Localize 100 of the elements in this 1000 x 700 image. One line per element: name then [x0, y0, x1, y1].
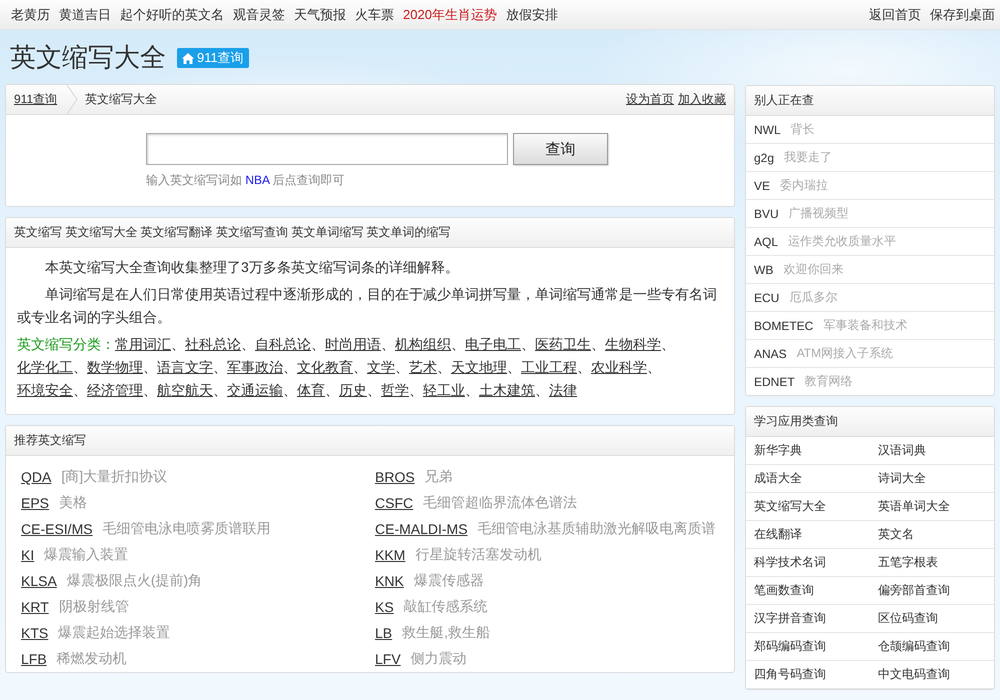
meaning-text: 行星旋转活塞发动机: [415, 546, 542, 564]
category-link[interactable]: 语言文字: [157, 359, 213, 375]
category-link[interactable]: 时尚用语: [325, 336, 381, 352]
meaning-text: [商]大量折扣协议: [61, 468, 168, 486]
category-link[interactable]: 历史: [339, 382, 367, 398]
category-link[interactable]: 医药卫生: [535, 336, 591, 352]
nav-link[interactable]: 放假安排: [506, 6, 558, 24]
category-link[interactable]: 机构组织: [395, 336, 451, 352]
category-link[interactable]: 哲学: [381, 382, 409, 398]
nav-link[interactable]: 保存到桌面: [930, 6, 995, 24]
nav-link[interactable]: 火车票: [355, 6, 394, 24]
meaning-text: 爆震输入装置: [44, 546, 128, 564]
category-link[interactable]: 交通运输: [227, 382, 283, 398]
tool-link[interactable]: 科学技术名词: [754, 554, 826, 571]
example-link[interactable]: NBA: [245, 173, 270, 187]
tool-link[interactable]: 五笔字根表: [878, 554, 938, 571]
tool-link[interactable]: 成语大全: [754, 470, 802, 487]
category-link[interactable]: 环境安全: [17, 382, 73, 398]
abbreviation-link[interactable]: EDNET: [754, 374, 795, 388]
abbreviation-link[interactable]: CE-MALDI-MS: [375, 521, 468, 537]
tool-link[interactable]: 四角号码查询: [754, 666, 826, 683]
tool-link[interactable]: 郑码编码查询: [754, 638, 826, 655]
abbreviation-link[interactable]: g2g: [754, 150, 774, 164]
abbreviation-link[interactable]: EPS: [21, 495, 50, 511]
category-link[interactable]: 天文地理: [451, 359, 507, 375]
tool-link[interactable]: 区位码查询: [878, 610, 938, 627]
abbreviation-link[interactable]: KNK: [375, 573, 404, 589]
category-link[interactable]: 电子电工: [465, 336, 521, 352]
search-hint: 输入英文缩写词如 NBA 后点查询即可: [146, 172, 346, 188]
nav-link[interactable]: 老黄历: [11, 6, 50, 24]
category-link[interactable]: 化学化工: [17, 359, 73, 375]
abbreviation-link[interactable]: KLSA: [21, 573, 57, 589]
tool-link[interactable]: 笔画数查询: [754, 582, 814, 599]
abbreviation-link[interactable]: CSFC: [375, 495, 414, 511]
tool-link[interactable]: 偏旁部首查询: [878, 582, 950, 599]
category-link[interactable]: 自科总论: [255, 336, 311, 352]
meaning-text: 军事装备和技术: [823, 317, 908, 334]
tool-link[interactable]: 中文电码查询: [878, 666, 950, 683]
abbreviation-link[interactable]: BOMETEC: [754, 318, 814, 332]
abbreviation-link[interactable]: ANAS: [754, 346, 787, 360]
breadcrumb-current: 英文缩写大全: [85, 91, 158, 108]
category-link[interactable]: 工业工程: [521, 359, 577, 375]
abbreviation-link[interactable]: QDA: [21, 469, 52, 485]
tool-link[interactable]: 在线翻译: [754, 526, 802, 543]
category-link[interactable]: 体育: [297, 382, 325, 398]
abbreviation-link[interactable]: LB: [375, 625, 392, 641]
nav-link[interactable]: 观音灵签: [233, 6, 285, 24]
abbreviation-link[interactable]: NWL: [754, 122, 781, 136]
action-link[interactable]: 设为首页: [626, 91, 674, 108]
search-button[interactable]: 查询: [513, 133, 608, 165]
category-link[interactable]: 常用词汇: [115, 336, 171, 352]
category-link[interactable]: 数学物理: [87, 359, 143, 375]
category-link[interactable]: 艺术: [409, 359, 437, 375]
meaning-text: 教育网络: [804, 373, 853, 390]
meaning-text: 委内瑞拉: [780, 177, 828, 194]
tool-link[interactable]: 诗词大全: [878, 470, 926, 487]
nav-link[interactable]: 起个好听的英文名: [120, 6, 224, 24]
abbreviation-link[interactable]: BROS: [375, 469, 415, 485]
category-link[interactable]: 法律: [549, 382, 577, 398]
tool-link[interactable]: 英文名: [878, 526, 914, 543]
abbreviation-link[interactable]: KI: [21, 547, 34, 563]
category-link[interactable]: 生物科学: [605, 336, 661, 352]
panel-title: 学习应用类查询: [754, 413, 838, 430]
tool-link[interactable]: 仓颉编码查询: [878, 638, 950, 655]
tool-link[interactable]: 英文缩写大全: [754, 498, 826, 515]
tool-link[interactable]: 汉语词典: [878, 442, 926, 459]
search-input[interactable]: [146, 133, 508, 165]
tool-link[interactable]: 汉字拼音查询: [754, 610, 826, 627]
abbreviation-link[interactable]: AQL: [754, 234, 778, 248]
category-link[interactable]: 农业科学: [591, 359, 647, 375]
action-link[interactable]: 加入收藏: [678, 91, 726, 108]
nav-link[interactable]: 2020年生肖运势: [403, 6, 497, 24]
abbreviation-link[interactable]: VE: [754, 178, 770, 192]
category-link[interactable]: 轻工业: [423, 382, 465, 398]
abbreviation-link[interactable]: WB: [754, 262, 774, 276]
abbreviation-link[interactable]: ECU: [754, 290, 780, 304]
meaning-text: ATM网接入子系统: [796, 345, 894, 362]
nav-link[interactable]: 天气预报: [294, 6, 346, 24]
category-link[interactable]: 航空航天: [157, 382, 213, 398]
meaning-text: 侧力震动: [410, 650, 467, 668]
abbreviation-link[interactable]: LFB: [21, 651, 47, 667]
abbreviation-link[interactable]: LFV: [375, 651, 401, 667]
category-link[interactable]: 文化教育: [297, 359, 353, 375]
nav-link[interactable]: 黄道吉日: [59, 6, 111, 24]
abbreviation-link[interactable]: KRT: [21, 599, 49, 615]
category-link[interactable]: 军事政治: [227, 359, 283, 375]
abbreviation-link[interactable]: BVU: [754, 206, 779, 220]
category-link[interactable]: 文学: [367, 359, 395, 375]
breadcrumb-link[interactable]: 911查询: [14, 91, 58, 108]
category-link[interactable]: 经济管理: [87, 382, 143, 398]
tool-link[interactable]: 英语单词大全: [878, 498, 950, 515]
keywords-title: 英文缩写 英文缩写大全 英文缩写翻译 英文缩写查询 英文单词缩写 英文单词的缩写: [14, 224, 451, 241]
abbreviation-link[interactable]: KKM: [375, 547, 406, 563]
nav-link[interactable]: 返回首页: [869, 6, 921, 24]
tool-link[interactable]: 新华字典: [754, 442, 802, 459]
abbreviation-link[interactable]: CE-ESI/MS: [21, 521, 93, 537]
abbreviation-link[interactable]: KTS: [21, 625, 48, 641]
abbreviation-link[interactable]: KS: [375, 599, 394, 615]
category-link[interactable]: 社科总论: [185, 336, 241, 352]
category-link[interactable]: 土木建筑: [479, 382, 535, 398]
